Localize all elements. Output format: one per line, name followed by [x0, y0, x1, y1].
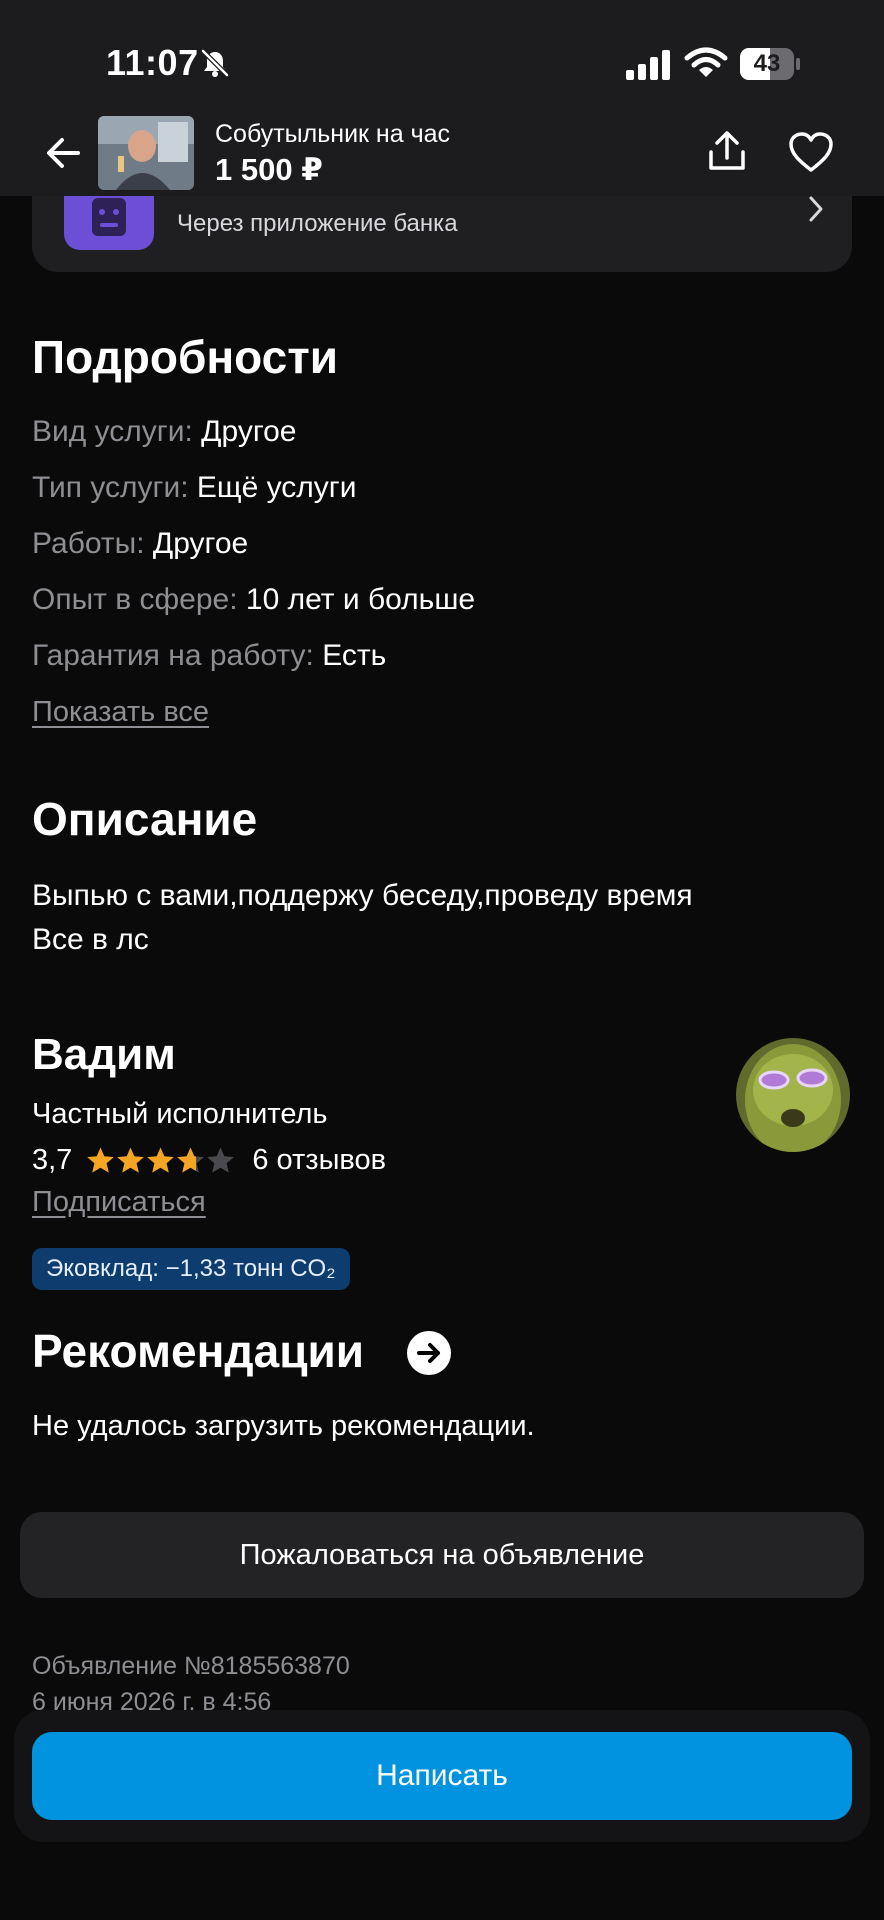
star-icon	[147, 1147, 175, 1173]
details-row: Тип услуги: Ещё услуги	[32, 471, 357, 505]
ad-number: Объявление №8185563870	[32, 1652, 350, 1680]
details-title: Подробности	[32, 331, 339, 383]
recommendations-title[interactable]: Рекомендации	[32, 1324, 364, 1378]
details-value: Есть	[322, 639, 387, 672]
star-icon	[177, 1147, 205, 1173]
avatar[interactable]	[736, 1038, 850, 1152]
star-icon	[87, 1147, 115, 1173]
details-value: Другое	[201, 415, 297, 448]
details-key: Тип услуги:	[32, 471, 189, 504]
show-all-link[interactable]: Показать все	[32, 696, 209, 729]
arrow-left-icon[interactable]	[40, 128, 90, 178]
seller-type: Частный исполнитель	[32, 1098, 328, 1130]
battery-level: 43	[753, 50, 781, 77]
description-title: Описание	[32, 793, 258, 845]
star-icon	[117, 1147, 145, 1173]
details-row: Гарантия на работу: Есть	[32, 639, 386, 673]
chevron-right-icon	[809, 196, 823, 222]
eco-badge[interactable]: Эковклад: −1,33 тонн CO₂	[32, 1248, 350, 1290]
write-message-button[interactable]: Написать	[32, 1732, 852, 1820]
description-line: Выпью с вами,поддержу беседу,проведу вре…	[32, 879, 693, 912]
details-row: Работы: Другое	[32, 527, 248, 561]
payment-subtitle: Через приложение банка	[177, 210, 458, 237]
recommendations-error: Не удалось загрузить рекомендации.	[32, 1410, 535, 1442]
details-key: Гарантия на работу:	[32, 639, 314, 672]
details-value: 10 лет и больше	[245, 583, 476, 616]
seller-name[interactable]: Вадим	[32, 1030, 176, 1080]
share-icon[interactable]	[702, 126, 752, 176]
arrow-right-icon[interactable]	[407, 1331, 451, 1375]
seller-rating[interactable]: 3,7 6 отзывов	[32, 1140, 386, 1180]
details-row: Опыт в сфере: 10 лет и больше	[32, 583, 475, 617]
details-value: Другое	[152, 527, 249, 560]
reviews-count: 6 отзывов	[252, 1143, 387, 1176]
sticky-header: Собутыльник на час 1 500 ₽	[0, 110, 884, 196]
bell-slash-icon	[201, 49, 229, 77]
cellular-signal-icon	[626, 50, 670, 80]
rating-stars	[86, 1146, 236, 1175]
header-price: 1 500 ₽	[215, 152, 323, 187]
details-row: Вид услуги: Другое	[32, 415, 296, 449]
rating-value: 3,7	[32, 1143, 73, 1176]
report-ad-button[interactable]: Пожаловаться на объявление	[20, 1512, 864, 1598]
details-key: Опыт в сфере:	[32, 583, 238, 616]
heart-icon[interactable]	[786, 128, 836, 178]
wifi-icon	[684, 47, 728, 77]
star-icon	[207, 1147, 235, 1173]
listing-thumbnail[interactable]	[98, 116, 194, 190]
details-key: Работы:	[32, 527, 145, 560]
description-line: Все в лс	[32, 923, 149, 956]
status-time: 11:07	[106, 42, 199, 83]
details-value: Ещё услуги	[196, 471, 357, 504]
subscribe-link[interactable]: Подписаться	[32, 1186, 206, 1219]
status-bar: 11:07 43	[0, 0, 884, 110]
header-title: Собутыльник на час	[215, 120, 450, 148]
details-key: Вид услуги:	[32, 415, 193, 448]
